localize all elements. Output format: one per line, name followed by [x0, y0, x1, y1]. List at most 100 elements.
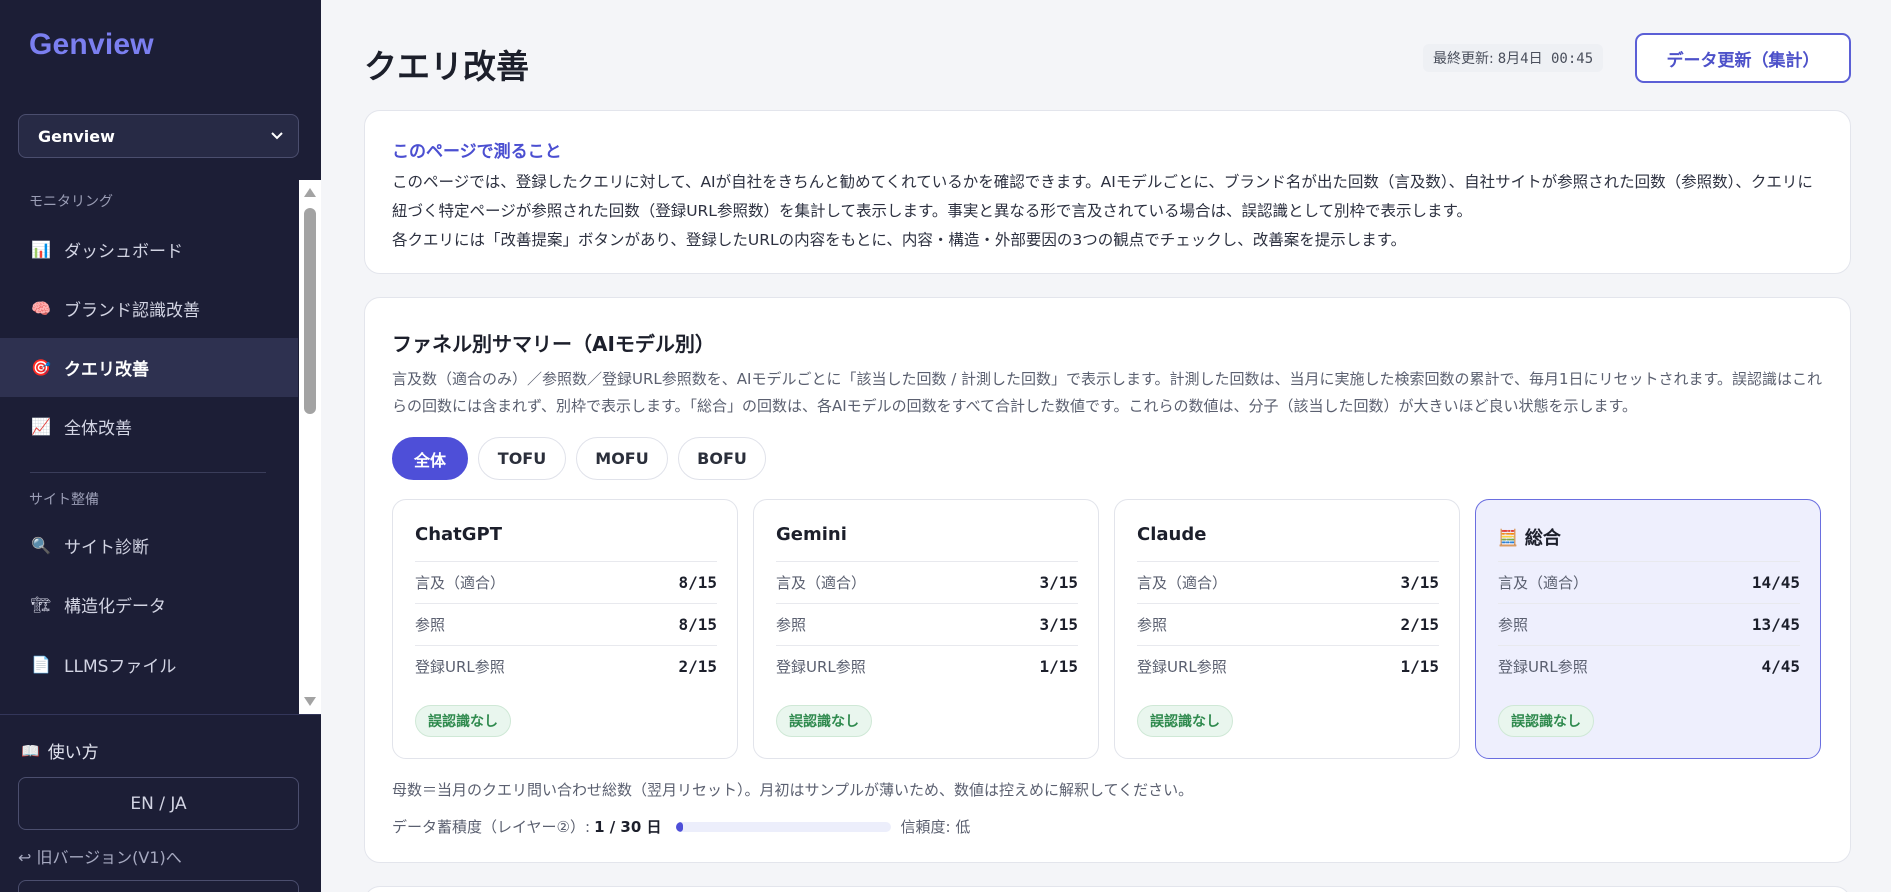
accumulation-value: 1 / 30 日 [594, 818, 662, 836]
sidebar-item-label: 全体改善 [64, 419, 132, 439]
target-icon: 🎯 [31, 358, 51, 377]
tab-all[interactable]: 全体 [392, 437, 468, 480]
metric-row-reference: 参照 2/15 [1137, 603, 1439, 645]
abacus-icon: 🧮 [1498, 527, 1518, 547]
sidebar-item-dashboard[interactable]: 📊 ダッシュボード [0, 220, 298, 279]
tab-mofu[interactable]: MOFU [576, 437, 668, 480]
misrecognition-badge: 誤認識なし [776, 705, 872, 737]
sidebar-item-llms-file[interactable]: 📄 LLMSファイル [0, 635, 298, 694]
sidebar-item-brand-recognition[interactable]: 🧠 ブランド認識改善 [0, 279, 298, 338]
intro-card: このページで測ること このページでは、登録したクエリに対して、AIが自社をきちん… [364, 110, 1851, 274]
misrecognition-badge: 誤認識なし [1137, 705, 1233, 737]
accumulation-progress-bar [675, 821, 891, 832]
model-name: Gemini [776, 524, 847, 545]
metric-value: 1/15 [1400, 657, 1439, 676]
sidebar-scrollbar[interactable] [299, 180, 321, 714]
metric-value: 14/45 [1751, 573, 1800, 592]
metric-value: 1/15 [1039, 657, 1078, 676]
metric-row-mention: 言及（適合） 3/15 [1137, 561, 1439, 603]
metric-label: 参照 [1137, 616, 1168, 634]
intro-line: このページでは、登録したクエリに対して、AIが自社をきちんと勧めてくれているかを… [392, 173, 1813, 220]
metric-label: 登録URL参照 [776, 658, 866, 676]
sidebar-item-label: 構造化データ [64, 597, 166, 617]
sidebar-item-label: クエリ改善 [64, 360, 149, 380]
funnel-title: ファネル別サマリー（AIモデル別） [392, 332, 715, 356]
trend-up-icon: 📈 [31, 417, 51, 436]
sidebar-item-query-improvement[interactable]: 🎯 クエリ改善 [0, 338, 298, 397]
bar-chart-icon: 📊 [31, 240, 51, 259]
sidebar-item-overall-improvement[interactable]: 📈 全体改善 [0, 397, 298, 456]
funnel-summary-card: ファネル別サマリー（AIモデル別） 言及数（適合のみ）／参照数／登録URL参照数… [364, 297, 1851, 863]
sidebar: Genview Genview モニタリング 📊 ダッシュボード 🧠 ブランド認… [0, 0, 321, 892]
howto-label: 使い方 [47, 743, 99, 763]
accumulation-progress-fill [675, 821, 683, 832]
misrecognition-badge: 誤認識なし [415, 705, 511, 737]
section-label-site: サイト整備 [29, 492, 99, 508]
metric-value: 4/45 [1761, 657, 1800, 676]
metric-row-mention: 言及（適合） 8/15 [415, 561, 717, 603]
metric-value: 8/15 [678, 573, 717, 592]
metric-value: 3/15 [1039, 573, 1078, 592]
sidebar-bottom-control[interactable] [18, 880, 299, 892]
metric-value: 2/15 [1400, 615, 1439, 634]
sample-footnote: 母数＝当月のクエリ問い合わせ総数（翌月リセット）。月初はサンプルが薄いため、数値… [392, 781, 1194, 799]
metric-label: 参照 [776, 616, 807, 634]
model-name: Claude [1137, 524, 1207, 545]
workspace-select[interactable]: Genview [18, 114, 299, 158]
metric-label: 登録URL参照 [1498, 658, 1588, 676]
metric-label: 参照 [1498, 616, 1529, 634]
next-section-card [364, 886, 1851, 892]
metric-row-url-reference: 登録URL参照 4/45 [1498, 645, 1800, 687]
workspace-select-value: Genview [38, 126, 115, 146]
scrollbar-thumb[interactable] [304, 208, 316, 414]
sidebar-footer-divider [0, 714, 321, 715]
chevron-down-icon [271, 132, 283, 140]
metric-row-reference: 参照 13/45 [1498, 603, 1800, 645]
last-updated-badge: 最終更新: 8月4日 00:45 [1423, 44, 1604, 72]
language-toggle-button[interactable]: EN / JA [18, 777, 299, 830]
metric-value: 8/15 [678, 615, 717, 634]
howto-link[interactable]: 📖 使い方 [21, 738, 99, 764]
sidebar-item-site-diagnosis[interactable]: 🔍 サイト診断 [0, 516, 298, 575]
brain-icon: 🧠 [31, 299, 51, 318]
model-name-total: 🧮 総合 [1498, 524, 1561, 550]
refresh-data-button[interactable]: データ更新（集計） [1635, 33, 1851, 83]
sidebar-item-label: ダッシュボード [64, 242, 183, 262]
accumulation-label: データ蓄積度（レイヤー②）: [392, 818, 591, 836]
misrecognition-badge: 誤認識なし [1498, 705, 1594, 737]
metric-value: 2/15 [678, 657, 717, 676]
sidebar-item-structured-data[interactable]: 🏗 構造化データ [0, 575, 298, 634]
model-card-gemini: Gemini 言及（適合） 3/15 参照 3/15 登録URL参照 1/15 … [753, 499, 1099, 759]
model-name: ChatGPT [415, 524, 503, 545]
section-label-monitoring: モニタリング [29, 194, 113, 210]
metric-label: 登録URL参照 [1137, 658, 1227, 676]
model-card-claude: Claude 言及（適合） 3/15 参照 2/15 登録URL参照 1/15 … [1114, 499, 1460, 759]
metric-value: 3/15 [1039, 615, 1078, 634]
metric-value: 13/45 [1751, 615, 1800, 634]
metric-label: 言及（適合） [1498, 574, 1589, 592]
sidebar-divider [30, 472, 266, 473]
metric-label: 言及（適合） [776, 574, 867, 592]
model-card-chatgpt: ChatGPT 言及（適合） 8/15 参照 8/15 登録URL参照 2/15… [392, 499, 738, 759]
metric-row-mention: 言及（適合） 14/45 [1498, 561, 1800, 603]
structure-icon: 🏗 [30, 595, 52, 614]
metric-label: 参照 [415, 616, 446, 634]
tab-tofu[interactable]: TOFU [478, 437, 566, 480]
last-updated-value: 8月4日 00:45 [1497, 51, 1594, 67]
scroll-up-arrow-icon[interactable] [304, 188, 316, 197]
metric-row-url-reference: 登録URL参照 1/15 [776, 645, 1078, 687]
model-card-total: 🧮 総合 言及（適合） 14/45 参照 13/45 登録URL参照 4/45 … [1475, 499, 1821, 759]
metric-row-reference: 参照 3/15 [776, 603, 1078, 645]
sidebar-item-label: LLMSファイル [64, 657, 177, 677]
brand-logo[interactable]: Genview [29, 28, 154, 62]
reliability-label: 信頼度: 低 [900, 818, 971, 836]
old-version-link[interactable]: ↩ 旧バージョン(V1)へ [18, 844, 182, 868]
scroll-down-arrow-icon[interactable] [304, 697, 316, 706]
data-accumulation-row: データ蓄積度（レイヤー②）: 1 / 30 日 信頼度: 低 [392, 816, 970, 837]
metric-row-reference: 参照 8/15 [415, 603, 717, 645]
metric-label: 登録URL参照 [415, 658, 505, 676]
funnel-description: 言及数（適合のみ）／参照数／登録URL参照数を、AIモデルごとに「該当した回数 … [392, 370, 1822, 415]
tab-bofu[interactable]: BOFU [678, 437, 766, 480]
document-icon: 📄 [31, 655, 51, 674]
sidebar-nav: モニタリング 📊 ダッシュボード 🧠 ブランド認識改善 🎯 クエリ改善 📈 全体… [0, 180, 321, 714]
